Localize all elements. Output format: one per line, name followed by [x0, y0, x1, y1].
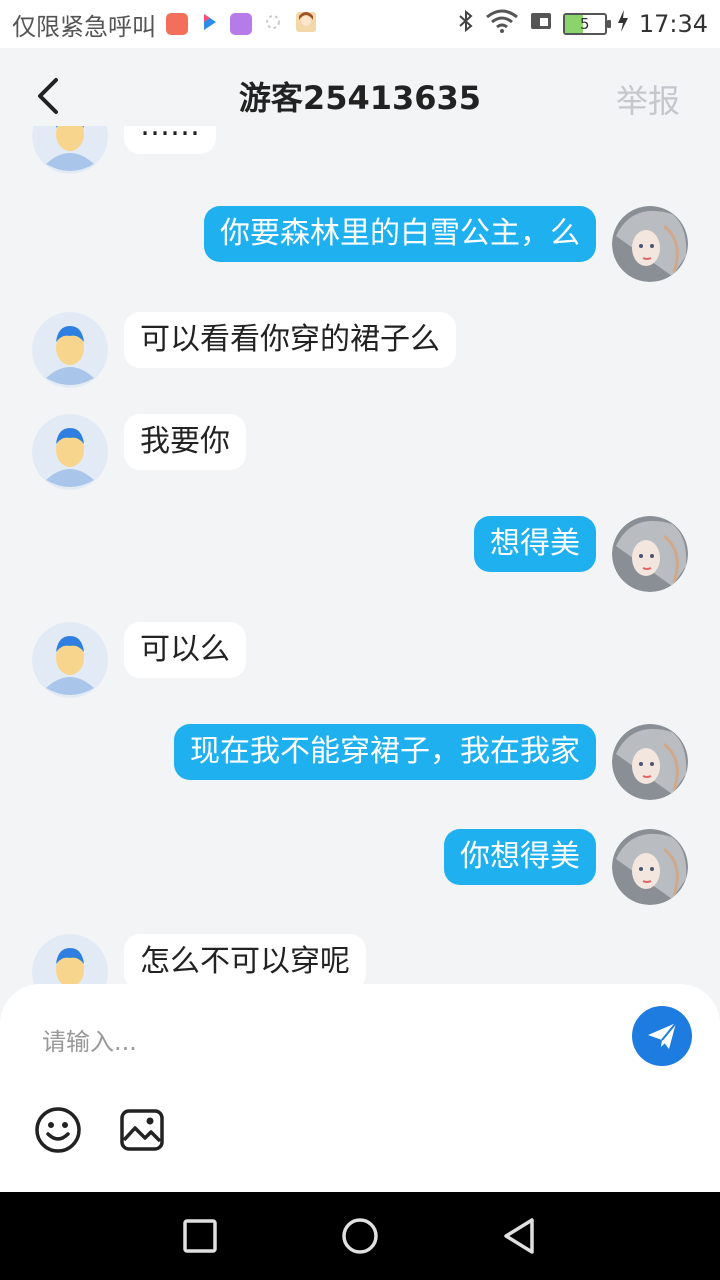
send-icon: [648, 1022, 677, 1049]
default-user-icon: [32, 312, 108, 388]
message-bubble[interactable]: 想得美: [474, 516, 596, 572]
message-bubble[interactable]: 可以看看你穿的裙子么: [124, 312, 456, 368]
status-bar: 仅限紧急呼叫 5 17:34: [0, 0, 720, 48]
my-avatar[interactable]: [612, 724, 688, 800]
portrait-avatar-icon: [612, 724, 688, 800]
input-panel: 请输入...: [0, 984, 720, 1192]
user-avatar[interactable]: [32, 414, 108, 490]
square-icon: [183, 1219, 217, 1253]
home-button[interactable]: [340, 1216, 380, 1256]
gallery-icon: [230, 13, 252, 35]
user-avatar[interactable]: [32, 622, 108, 698]
my-avatar[interactable]: [612, 829, 688, 905]
mail-icon: [166, 13, 188, 35]
message-input[interactable]: 请输入...: [42, 1022, 137, 1057]
emoji-button[interactable]: [34, 1106, 82, 1154]
message-bubble[interactable]: 你想得美: [444, 829, 596, 885]
message-bubble[interactable]: 你要森林里的白雪公主，么: [204, 206, 596, 262]
emergency-call-text: 仅限紧急呼叫: [12, 12, 156, 41]
system-nav-bar: [0, 1192, 720, 1280]
battery-indicator: 5: [562, 13, 611, 35]
message-list[interactable]: …… 你要森林里的白雪公主，么 可以看看你穿的裙子么 我要你 想得美: [0, 126, 720, 986]
default-user-icon: [32, 934, 108, 986]
chevron-left-icon: [38, 78, 58, 114]
send-button[interactable]: [632, 1006, 692, 1066]
loading-icon: [262, 11, 284, 37]
recents-button[interactable]: [180, 1216, 220, 1256]
message-bubble[interactable]: 可以么: [124, 622, 246, 678]
sim-icon: [529, 9, 553, 39]
charging-icon: [617, 9, 629, 39]
report-button[interactable]: 举报: [616, 76, 680, 122]
back-button[interactable]: [30, 74, 70, 118]
circle-icon: [342, 1218, 378, 1254]
default-user-icon: [32, 126, 108, 174]
character-icon: [294, 10, 318, 38]
youku-icon: [198, 11, 220, 37]
user-avatar[interactable]: [32, 312, 108, 388]
back-nav-button[interactable]: [500, 1216, 540, 1256]
status-left: 仅限紧急呼叫: [12, 7, 318, 42]
triangle-back-icon: [504, 1218, 534, 1254]
message-bubble[interactable]: 怎么不可以穿呢: [124, 934, 366, 986]
default-user-icon: [32, 622, 108, 698]
page-title: 游客25413635: [238, 79, 482, 117]
bluetooth-icon: [457, 9, 475, 39]
portrait-avatar-icon: [612, 829, 688, 905]
battery-level: 5: [580, 15, 590, 33]
clock: 17:34: [638, 10, 708, 38]
message-bubble[interactable]: 我要你: [124, 414, 246, 470]
wifi-icon: [485, 9, 519, 39]
image-icon: [120, 1109, 164, 1151]
default-user-icon: [32, 414, 108, 490]
image-button[interactable]: [118, 1106, 166, 1154]
user-avatar[interactable]: [32, 126, 108, 174]
message-bubble[interactable]: ……: [124, 126, 216, 154]
portrait-avatar-icon: [612, 206, 688, 282]
status-right: 5 17:34: [457, 9, 708, 39]
portrait-avatar-icon: [612, 516, 688, 592]
my-avatar[interactable]: [612, 206, 688, 282]
smiley-icon: [35, 1107, 81, 1153]
message-bubble[interactable]: 现在我不能穿裙子，我在我家: [174, 724, 596, 780]
user-avatar[interactable]: [32, 934, 108, 986]
my-avatar[interactable]: [612, 516, 688, 592]
